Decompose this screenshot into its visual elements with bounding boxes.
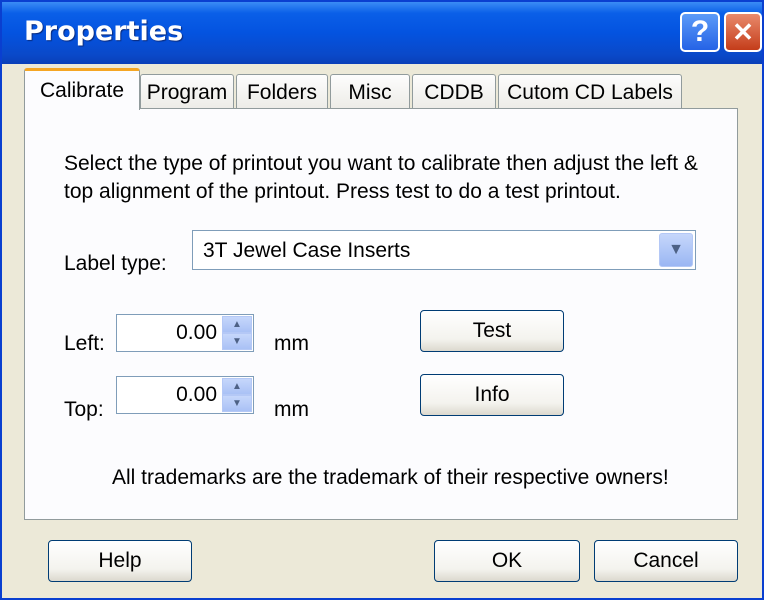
ok-button[interactable]: OK xyxy=(434,540,580,582)
top-increment-icon[interactable]: ▲ xyxy=(222,378,252,395)
help-button[interactable]: Help xyxy=(48,540,192,582)
title-close-button[interactable]: ✕ xyxy=(724,12,762,52)
title-help-button[interactable]: ? xyxy=(680,12,720,52)
info-button[interactable]: Info xyxy=(420,374,564,416)
properties-dialog: Properties ? ✕ Calibrate Program Folders… xyxy=(0,0,764,600)
tab-cddb[interactable]: CDDB xyxy=(412,74,496,110)
top-unit: mm xyxy=(274,398,309,421)
label-type-value: 3T Jewel Case Inserts xyxy=(203,239,411,262)
left-value: 0.00 xyxy=(176,321,217,344)
tab-misc[interactable]: Misc xyxy=(330,74,410,110)
tab-folders[interactable]: Folders xyxy=(236,74,328,110)
trademark-notice: All trademarks are the trademark of thei… xyxy=(112,466,669,489)
top-value: 0.00 xyxy=(176,383,217,406)
cancel-button[interactable]: Cancel xyxy=(594,540,738,582)
chevron-down-icon[interactable]: ▼ xyxy=(659,233,693,267)
title-bar[interactable]: Properties ? ✕ xyxy=(2,2,762,64)
top-spinner[interactable]: 0.00 ▲ ▼ xyxy=(116,376,254,414)
question-mark-icon: ? xyxy=(690,15,710,48)
label-type-label: Label type: xyxy=(64,252,167,275)
left-increment-icon[interactable]: ▲ xyxy=(222,316,252,333)
test-button[interactable]: Test xyxy=(420,310,564,352)
left-spinner[interactable]: 0.00 ▲ ▼ xyxy=(116,314,254,352)
tab-program[interactable]: Program xyxy=(140,74,234,110)
close-icon: ✕ xyxy=(732,16,754,47)
tab-custom-cd-labels[interactable]: Cutom CD Labels xyxy=(498,74,682,110)
left-unit: mm xyxy=(274,332,309,355)
top-decrement-icon[interactable]: ▼ xyxy=(222,395,252,412)
top-label: Top: xyxy=(64,398,104,421)
window-title: Properties xyxy=(24,16,184,47)
tab-calibrate[interactable]: Calibrate xyxy=(24,68,140,110)
label-type-dropdown[interactable]: 3T Jewel Case Inserts ▼ xyxy=(192,230,696,270)
left-label: Left: xyxy=(64,332,105,355)
left-decrement-icon[interactable]: ▼ xyxy=(222,333,252,350)
calibrate-description: Select the type of printout you want to … xyxy=(64,152,698,203)
